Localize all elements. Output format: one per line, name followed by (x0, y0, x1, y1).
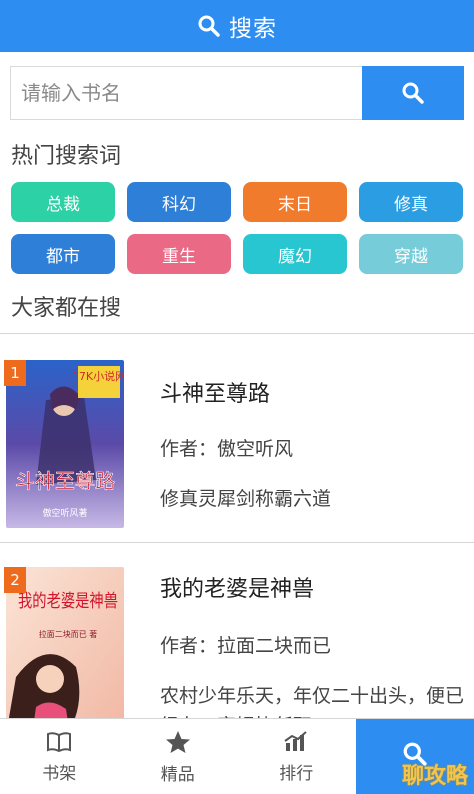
hot-search-title: 热门搜索词 (11, 144, 122, 169)
book-desc: 农村少年乐天，年仅二十出头，便已经在三家娱协任职... (160, 685, 465, 718)
chart-icon (284, 730, 307, 751)
book-title: 斗神至尊路 (160, 382, 271, 407)
tab-label: 精品 (160, 764, 195, 785)
tag-button[interactable]: 修真 (359, 182, 463, 222)
book-desc: 修真灵犀剑称霸六道 (160, 488, 332, 510)
search-input[interactable] (10, 66, 362, 120)
cover-author: 拉面二块而已 著 (39, 629, 98, 639)
everyone-search-title: 大家都在搜 (11, 296, 122, 321)
cover-title: 我的老婆是神兽 (18, 591, 118, 612)
list-item[interactable]: 1 17K小说网 斗神至尊路 傲空听风著 斗神至尊路 作者：傲空听风 修真灵犀剑… (0, 334, 474, 542)
tab-featured[interactable]: 精品 (119, 719, 238, 794)
tab-ranking[interactable]: 排行 (237, 719, 356, 794)
watermark: 聊攻略 (401, 764, 468, 789)
tab-label: 排行 (279, 763, 314, 784)
star-icon (165, 730, 190, 753)
tag-button[interactable]: 重生 (127, 234, 231, 274)
rank-badge: 1 (4, 360, 26, 386)
tag-button[interactable]: 末日 (243, 182, 347, 222)
tag-button[interactable]: 魔幻 (243, 234, 347, 274)
tab-label: 书架 (42, 763, 77, 784)
book-author: 作者：拉面二块而已 (160, 635, 332, 657)
hot-tags: 总裁 科幻 末日 修真 都市 重生 魔幻 穿越 (11, 182, 463, 274)
book-title: 我的老婆是神兽 (160, 577, 315, 602)
tag-button[interactable]: 都市 (11, 234, 115, 274)
cover-title: 斗神至尊路 (15, 469, 115, 493)
search-button[interactable] (362, 66, 464, 120)
cover-author: 傲空听风著 (42, 507, 87, 519)
search-icon (402, 82, 424, 104)
book-author: 作者：傲空听风 (160, 438, 294, 460)
tag-button[interactable]: 穿越 (359, 234, 463, 274)
tab-bookshelf[interactable]: 书架 (0, 719, 119, 794)
app-header: 搜索 (0, 0, 474, 52)
search-icon (198, 15, 220, 37)
list-item[interactable]: 2 我的老婆是神兽 拉面二块而已 著 我的老婆是神兽 作者：拉面二块而已 农村少… (0, 543, 474, 718)
search-bar (10, 66, 464, 120)
page-title: 搜索 (229, 16, 277, 42)
tag-button[interactable]: 科幻 (127, 182, 231, 222)
rank-badge: 2 (4, 567, 26, 593)
tag-button[interactable]: 总裁 (11, 182, 115, 222)
book-icon (47, 731, 72, 752)
cover-badge: 17K小说网 (72, 369, 124, 383)
